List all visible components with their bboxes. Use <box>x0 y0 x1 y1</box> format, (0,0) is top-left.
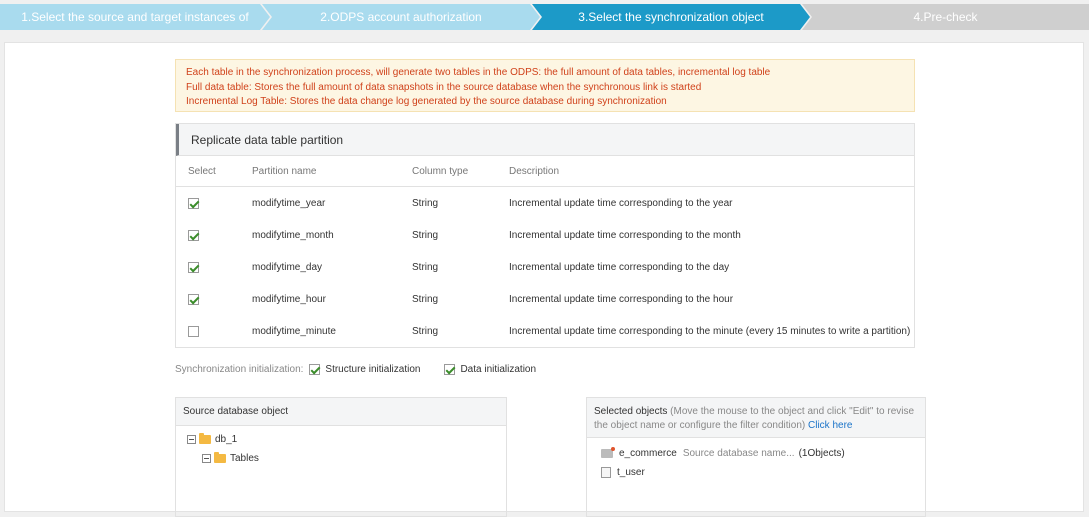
structure-init-label: Structure initialization <box>325 363 421 375</box>
selected-db-count: (1Objects) <box>798 448 845 459</box>
selected-table-name: t_user <box>617 467 645 478</box>
table-row: modifytime_day String Incremental update… <box>176 251 914 283</box>
header-partition-name: Partition name <box>252 165 317 177</box>
main-panel: Each table in the synchronization proces… <box>4 42 1084 517</box>
selected-table-item[interactable]: t_user <box>601 467 645 478</box>
partition-name: modifytime_minute <box>252 325 336 337</box>
partition-table: Replicate data table partition Select Pa… <box>175 123 915 348</box>
data-init-option[interactable]: Data initialization <box>444 363 537 375</box>
table-icon <box>601 467 611 478</box>
notice-line-2: Full data table: Stores the full amount … <box>186 81 702 93</box>
collapse-icon[interactable] <box>187 435 196 444</box>
source-objects-box: Source database object db_1 Tables <box>175 397 507 517</box>
partition-name: modifytime_year <box>252 197 326 209</box>
partition-description: Incremental update time corresponding to… <box>509 197 733 209</box>
folder-icon <box>199 433 211 444</box>
header-description: Description <box>509 165 560 177</box>
partition-description: Incremental update time corresponding to… <box>509 293 734 305</box>
column-type: String <box>412 229 439 241</box>
partition-table-header: Select Partition name Column type Descri… <box>176 156 914 187</box>
structure-init-option[interactable]: Structure initialization <box>309 363 421 375</box>
selected-objects-box: Selected objects (Move the mouse to the … <box>586 397 926 517</box>
partition-checkbox-month[interactable] <box>188 229 199 241</box>
info-notice: Each table in the synchronization proces… <box>175 59 915 112</box>
click-here-link[interactable]: Click here <box>808 420 852 431</box>
partition-name: modifytime_day <box>252 261 323 273</box>
structure-init-checkbox[interactable] <box>309 363 321 375</box>
tables-label: Tables <box>230 453 259 464</box>
header-select: Select <box>188 165 216 177</box>
selected-objects-header: Selected objects (Move the mouse to the … <box>587 398 925 438</box>
table-row: modifytime_minute String Incremental upd… <box>176 315 914 347</box>
table-row: modifytime_hour String Incremental updat… <box>176 283 914 315</box>
table-row: modifytime_month String Incremental upda… <box>176 219 914 251</box>
selected-db-item[interactable]: e_commerce Source database name... (1Obj… <box>601 447 845 459</box>
partition-table-title: Replicate data table partition <box>176 124 914 156</box>
data-init-label: Data initialization <box>460 363 537 375</box>
table-row: modifytime_year String Incremental updat… <box>176 187 914 219</box>
selected-objects-title: Selected objects <box>594 406 668 417</box>
tree-node-tables[interactable]: Tables <box>202 452 259 464</box>
selected-db-sub: Source database name... <box>682 448 795 459</box>
partition-name: modifytime_hour <box>252 293 326 305</box>
column-type: String <box>412 293 439 305</box>
column-type: String <box>412 261 439 273</box>
wizard-step-2[interactable]: 2.ODPS account authorization <box>262 4 540 30</box>
notice-line-1: Each table in the synchronization proces… <box>186 67 771 78</box>
tree-node-db[interactable]: db_1 <box>187 433 238 445</box>
partition-description: Incremental update time corresponding to… <box>509 261 730 273</box>
header-column-type: Column type <box>412 165 469 177</box>
collapse-icon[interactable] <box>202 454 211 463</box>
partition-name: modifytime_month <box>252 229 334 241</box>
db-name: db_1 <box>215 434 238 445</box>
wizard-step-4[interactable]: 4.Pre-check <box>802 4 1089 30</box>
notice-line-3: Incremental Log Table: Stores the data c… <box>186 96 667 107</box>
database-icon <box>601 447 615 458</box>
wizard-step-1[interactable]: 1.Select the source and target instances… <box>0 4 270 30</box>
folder-icon <box>214 452 226 463</box>
wizard-steps: 1.Select the source and target instances… <box>0 4 1089 30</box>
source-objects-title: Source database object <box>176 398 506 426</box>
partition-checkbox-minute[interactable] <box>188 325 199 337</box>
partition-checkbox-hour[interactable] <box>188 293 199 305</box>
selected-db-name: e_commerce <box>619 448 677 459</box>
partition-checkbox-year[interactable] <box>188 197 199 209</box>
sync-initialization: Synchronization initialization: Structur… <box>175 362 560 376</box>
partition-description: Incremental update time corresponding to… <box>509 229 741 241</box>
column-type: String <box>412 325 439 337</box>
data-init-checkbox[interactable] <box>444 363 456 375</box>
column-type: String <box>412 197 439 209</box>
partition-description: Incremental update time corresponding to… <box>509 325 911 337</box>
wizard-step-3[interactable]: 3.Select the synchronization object <box>532 4 810 30</box>
sync-init-label: Synchronization initialization: <box>175 363 304 375</box>
partition-checkbox-day[interactable] <box>188 261 199 273</box>
